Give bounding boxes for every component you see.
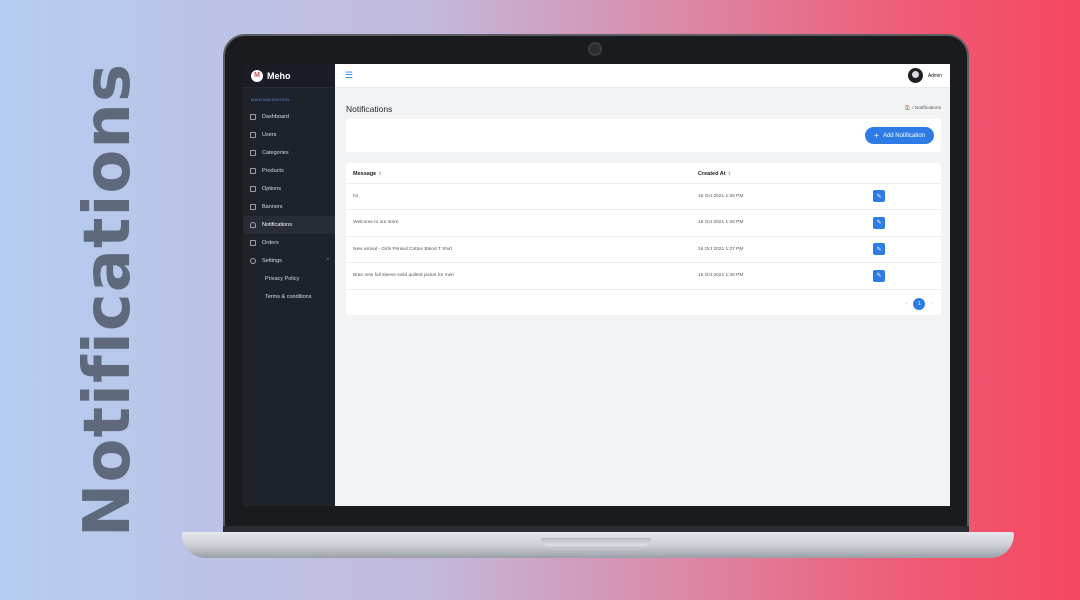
page-title: Notifications <box>346 103 393 114</box>
cell-actions: ✎ <box>866 209 941 237</box>
products-icon <box>250 168 256 174</box>
sidebar-item-label: Banners <box>262 204 283 210</box>
cell-message: hii <box>346 183 691 210</box>
sidebar-item-orders[interactable]: Orders <box>243 234 335 252</box>
table-row: New arrival - Girls Printed Cotton Blend… <box>346 236 941 263</box>
bell-icon <box>250 222 256 228</box>
sidebar-item-label: Categories <box>262 150 289 156</box>
table-header-row: Message ⇕ Created At ⇕ <box>346 165 941 184</box>
sidebar-item-label: Users <box>262 132 277 138</box>
sort-icon: ⇕ <box>727 170 732 176</box>
edit-icon[interactable]: ✎ <box>873 269 885 282</box>
sidebar-item-label: Orders <box>262 240 279 246</box>
topbar: ☰ Admin <box>335 64 950 88</box>
sidebar-item-label: Dashboard <box>262 114 289 120</box>
edit-icon[interactable]: ✎ <box>873 216 885 229</box>
user-menu[interactable]: Admin <box>907 68 942 83</box>
cell-message: Bran new full sleeve solid quilted jacke… <box>346 262 691 290</box>
brand-logo-icon: M <box>251 69 263 82</box>
sidebar-subitem-privacy-policy[interactable]: Privacy Policy <box>243 270 335 288</box>
notifications-table: Message ⇕ Created At ⇕ hii 16 Oct 2021 1:2… <box>346 165 941 290</box>
cell-message: New arrival - Girls Printed Cotton Blend… <box>346 236 691 263</box>
sidebar-item-categories[interactable]: Categories <box>243 144 335 162</box>
edit-icon[interactable]: ✎ <box>873 243 885 256</box>
column-header-message[interactable]: Message ⇕ <box>346 165 691 184</box>
sidebar-item-dashboard[interactable]: Dashboard <box>243 108 335 126</box>
pagination-prev[interactable]: ‹ <box>906 301 908 307</box>
column-header-label: Message <box>353 170 377 177</box>
user-name: Admin <box>927 72 942 79</box>
action-card: + Add Notification <box>346 119 941 152</box>
sidebar-item-label: Products <box>262 168 284 174</box>
brand-name: Meho <box>267 70 291 81</box>
cell-created-at: 16 Oct 2021 1:26 PM <box>691 209 866 237</box>
table-row: hii 16 Oct 2021 1:26 PM ✎ <box>346 183 941 210</box>
promo-title: Notifications <box>71 62 145 538</box>
breadcrumb[interactable]: 🏠 / Notifications <box>905 106 941 111</box>
sort-icon: ⇕ <box>378 170 383 176</box>
sidebar-item-products[interactable]: Products <box>243 162 335 180</box>
sidebar-item-options[interactable]: Options <box>243 180 335 198</box>
app-screen: M Meho MAIN NAVIGATION Dashboard Users C… <box>243 64 950 506</box>
plus-icon: + <box>874 130 879 140</box>
cell-actions: ✎ <box>866 236 941 263</box>
sidebar-item-label: Notifications <box>262 222 292 228</box>
laptop-camera <box>588 42 602 56</box>
sidebar-item-label: Settings <box>262 258 282 264</box>
notifications-table-card: Message ⇕ Created At ⇕ hii 16 Oct 2021 1:2… <box>346 163 941 315</box>
users-icon <box>250 132 256 138</box>
pagination-page-1[interactable]: 1 <box>913 297 926 310</box>
avatar <box>907 68 923 83</box>
table-row: Bran new full sleeve solid quilted jacke… <box>346 262 941 290</box>
pagination-next[interactable]: › <box>931 301 933 307</box>
options-icon <box>250 186 256 192</box>
banners-icon <box>250 204 256 210</box>
add-notification-label: Add Notification <box>882 132 925 139</box>
cell-created-at: 16 Oct 2021 1:26 PM <box>691 183 866 210</box>
chevron-up-icon: ^ <box>326 258 329 264</box>
sidebar-item-notifications[interactable]: Notifications <box>243 216 335 234</box>
cell-actions: ✎ <box>866 262 941 290</box>
brand[interactable]: M Meho <box>243 64 335 88</box>
edit-icon[interactable]: ✎ <box>873 190 885 203</box>
categories-icon <box>250 150 256 156</box>
laptop-notch <box>541 538 651 546</box>
sidebar-item-label: Options <box>262 186 281 192</box>
gear-icon <box>250 258 256 264</box>
cell-actions: ✎ <box>866 183 941 210</box>
column-header-created-at[interactable]: Created At ⇕ <box>691 165 866 184</box>
cell-message: Welcome to our store <box>346 209 691 237</box>
sidebar-item-banners[interactable]: Banners <box>243 198 335 216</box>
page-header: Notifications 🏠 / Notifications <box>335 88 950 118</box>
add-notification-button[interactable]: + Add Notification <box>865 127 934 144</box>
sidebar-subitem-terms[interactable]: Terms & conditions <box>243 288 335 306</box>
column-header-actions <box>866 165 941 184</box>
orders-icon <box>250 240 256 246</box>
column-header-label: Created At <box>698 170 726 177</box>
sidebar-item-users[interactable]: Users <box>243 126 335 144</box>
nav-heading: MAIN NAVIGATION <box>251 97 290 102</box>
hamburger-icon[interactable]: ☰ <box>345 71 353 80</box>
cell-created-at: 16 Oct 2021 1:27 PM <box>691 236 866 263</box>
sidebar-item-settings[interactable]: Settings ^ <box>243 252 335 270</box>
main-content: ☰ Admin Notifications 🏠 / Notifications … <box>335 64 950 506</box>
cell-created-at: 16 Oct 2021 1:28 PM <box>691 262 866 290</box>
pagination: ‹ 1 › <box>346 290 941 310</box>
sidebar: M Meho MAIN NAVIGATION Dashboard Users C… <box>243 64 335 506</box>
home-icon <box>250 114 256 120</box>
table-row: Welcome to our store 16 Oct 2021 1:26 PM… <box>346 209 941 237</box>
